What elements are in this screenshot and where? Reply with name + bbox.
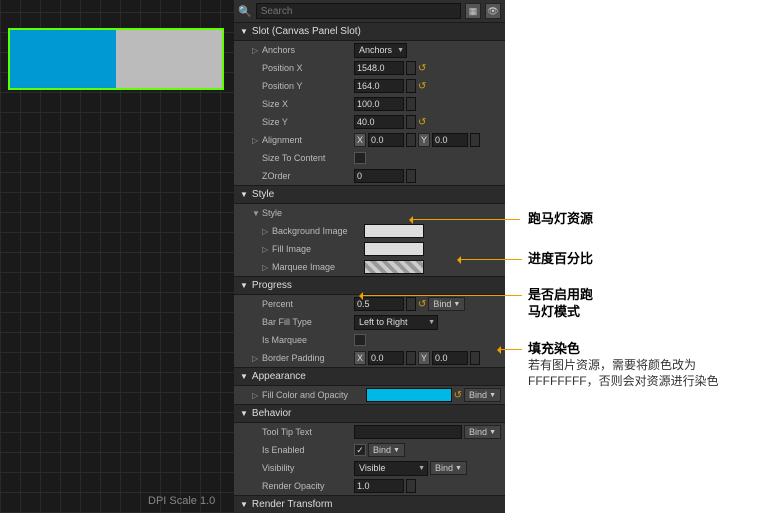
anno-fill-color: 填充染色 xyxy=(528,341,580,358)
reset-icon[interactable]: ↺ xyxy=(418,81,426,92)
fill-image-label: Fill Image xyxy=(272,244,364,254)
reset-icon[interactable]: ↺ xyxy=(418,117,426,128)
size-to-content-label: Size To Content xyxy=(262,153,354,163)
position-y-label: Position Y xyxy=(262,81,354,91)
is-marquee-label: Is Marquee xyxy=(262,335,354,345)
annotations-overlay: 跑马灯资源 进度百分比 是否启用跑 马灯模式 填充染色 若有图片资源，需要将颜色… xyxy=(510,0,764,513)
spinner[interactable] xyxy=(406,61,416,75)
border-padding-x-input[interactable] xyxy=(368,351,404,365)
render-opacity-input[interactable] xyxy=(354,479,404,493)
bg-image-label: Background Image xyxy=(272,226,364,236)
size-x-label: Size X xyxy=(262,99,354,109)
size-x-input[interactable] xyxy=(354,97,404,111)
bar-fill-type-dropdown[interactable]: Left to Right xyxy=(354,315,438,330)
bar-fill-type-label: Bar Fill Type xyxy=(262,317,354,327)
anno-marquee: 跑马灯资源 xyxy=(528,211,593,228)
size-to-content-checkbox[interactable] xyxy=(354,152,366,164)
section-style[interactable]: ▼Style xyxy=(234,185,505,204)
reset-icon[interactable]: ↺ xyxy=(454,390,462,401)
details-search-bar: 🔍 ▦ 👁 xyxy=(234,0,505,22)
section-progress[interactable]: ▼Progress xyxy=(234,276,505,295)
is-enabled-bind-button[interactable]: Bind xyxy=(368,443,405,457)
tooltip-bind-button[interactable]: Bind xyxy=(464,425,501,439)
alignment-label: Alignment xyxy=(262,135,354,145)
position-x-input[interactable] xyxy=(354,61,404,75)
is-enabled-label: Is Enabled xyxy=(262,445,354,455)
anchors-label: Anchors xyxy=(262,45,354,55)
progress-fill xyxy=(10,30,116,88)
chevron-down-icon: ▼ xyxy=(240,27,248,36)
grid-view-icon[interactable]: ▦ xyxy=(465,3,481,19)
chevron-right-icon[interactable]: ▷ xyxy=(252,136,262,145)
fill-color-bind-button[interactable]: Bind xyxy=(464,388,501,402)
canvas-viewport[interactable]: DPI Scale 1.0 xyxy=(0,0,234,513)
section-appearance[interactable]: ▼Appearance xyxy=(234,367,505,386)
fill-image-swatch[interactable] xyxy=(364,242,424,256)
arrow-icon xyxy=(410,219,520,220)
border-padding-label: Border Padding xyxy=(262,353,354,363)
percent-bind-button[interactable]: Bind xyxy=(428,297,465,311)
position-x-label: Position X xyxy=(262,63,354,73)
visibility-label: Visibility xyxy=(262,463,354,473)
alignment-y-input[interactable] xyxy=(432,133,468,147)
marquee-image-label: Marquee Image xyxy=(272,262,364,272)
section-behavior[interactable]: ▼Behavior xyxy=(234,404,505,423)
tooltip-input[interactable] xyxy=(354,425,462,439)
visibility-bind-button[interactable]: Bind xyxy=(430,461,467,475)
size-y-input[interactable] xyxy=(354,115,404,129)
arrow-icon xyxy=(458,259,522,260)
anno-is-marquee: 是否启用跑 马灯模式 xyxy=(528,287,593,321)
eye-icon[interactable]: 👁 xyxy=(485,3,501,19)
progress-empty xyxy=(116,30,222,88)
position-y-input[interactable] xyxy=(354,79,404,93)
fill-color-label: Fill Color and Opacity xyxy=(262,390,366,400)
chevron-right-icon[interactable]: ▷ xyxy=(252,46,262,55)
anchors-dropdown[interactable]: Anchors xyxy=(354,43,407,58)
dpi-scale-label: DPI Scale 1.0 xyxy=(148,495,215,507)
chevron-down-icon[interactable]: ▼ xyxy=(252,209,262,218)
size-y-label: Size Y xyxy=(262,117,354,127)
is-marquee-checkbox[interactable] xyxy=(354,334,366,346)
alignment-x-input[interactable] xyxy=(368,133,404,147)
bg-image-swatch[interactable] xyxy=(364,224,424,238)
anno-percent: 进度百分比 xyxy=(528,251,593,268)
details-panel: 🔍 ▦ 👁 ▼Slot (Canvas Panel Slot) ▷Anchors… xyxy=(234,0,505,513)
zorder-label: ZOrder xyxy=(262,171,354,181)
search-input[interactable] xyxy=(256,3,461,19)
anno-fill-color-sub: 若有图片资源，需要将颜色改为FFFFFFFF，否则会对资源进行染色 xyxy=(528,358,758,389)
marquee-image-swatch[interactable] xyxy=(364,260,424,274)
reset-icon[interactable]: ↺ xyxy=(418,299,426,310)
arrow-icon xyxy=(360,295,522,296)
render-opacity-label: Render Opacity xyxy=(262,481,354,491)
fill-color-swatch[interactable] xyxy=(366,388,452,402)
border-padding-y-input[interactable] xyxy=(432,351,468,365)
visibility-dropdown[interactable]: Visible xyxy=(354,461,428,476)
tooltip-label: Tool Tip Text xyxy=(262,427,354,437)
is-enabled-checkbox[interactable]: ✓ xyxy=(354,444,366,456)
percent-label: Percent xyxy=(262,299,354,309)
zorder-input[interactable] xyxy=(354,169,404,183)
search-icon: 🔍 xyxy=(238,5,252,18)
arrow-icon xyxy=(498,349,522,350)
section-render-transform[interactable]: ▼Render Transform xyxy=(234,495,505,513)
section-slot[interactable]: ▼Slot (Canvas Panel Slot) xyxy=(234,22,505,41)
progressbar-widget-preview[interactable] xyxy=(8,28,224,90)
reset-icon[interactable]: ↺ xyxy=(418,63,426,74)
